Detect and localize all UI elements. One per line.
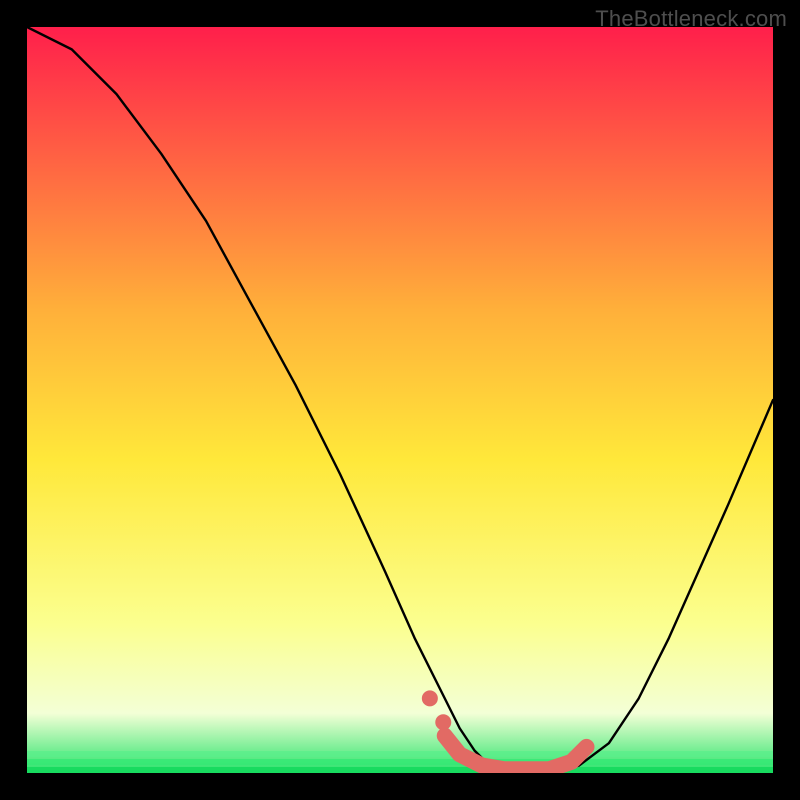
band-3 xyxy=(27,767,773,773)
bottleneck-chart xyxy=(27,27,773,773)
chart-stage: TheBottleneck.com xyxy=(0,0,800,800)
band-1 xyxy=(27,751,773,757)
highlight-dot-0 xyxy=(422,690,438,706)
band-2 xyxy=(27,759,773,765)
highlight-dot-1 xyxy=(435,714,451,730)
gradient-background xyxy=(27,27,773,773)
